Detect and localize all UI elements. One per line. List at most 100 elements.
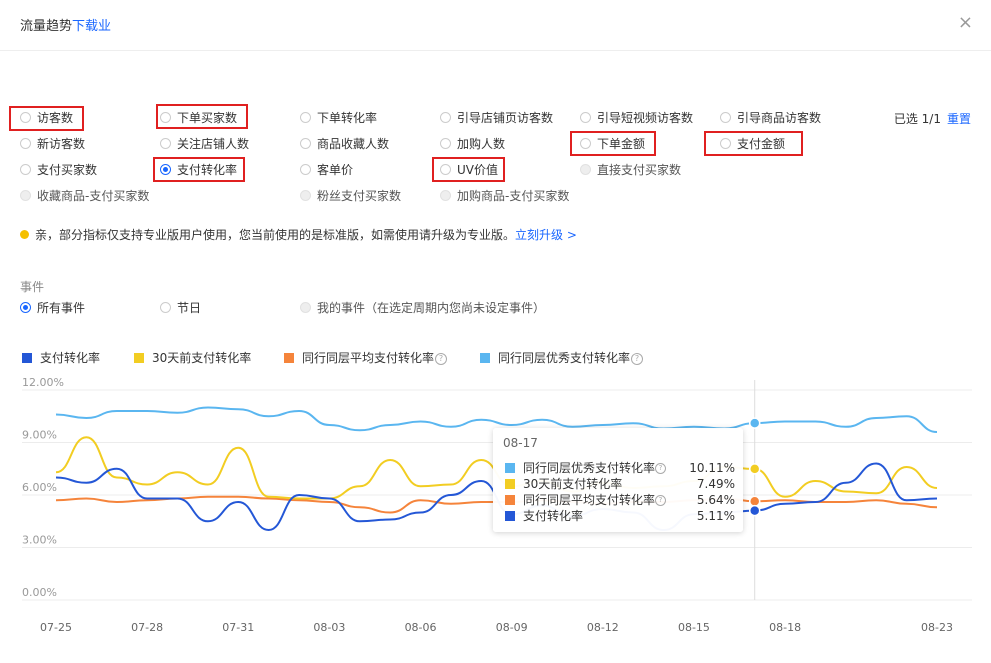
tooltip-date: 08-17 — [503, 436, 538, 450]
legend-item[interactable]: 支付转化率 — [22, 349, 100, 366]
help-icon[interactable]: ? — [435, 352, 448, 365]
x-tick-label: 08-15 — [678, 621, 710, 634]
x-tick-label: 08-12 — [587, 621, 619, 634]
dialog-title: 流量趋势下载业 — [20, 15, 111, 34]
x-tick-label: 08-09 — [496, 621, 528, 634]
y-tick-label: 6.00% — [22, 481, 57, 494]
reset-button[interactable]: 重置 — [947, 110, 971, 127]
tooltip-series-name: 同行同层优秀支付转化率 — [523, 461, 656, 475]
radio-icon — [20, 190, 31, 201]
tooltip-swatch — [505, 494, 515, 505]
radio-icon — [440, 190, 451, 201]
x-tick-label: 08-03 — [313, 621, 345, 634]
x-tick-label: 08-23 — [921, 621, 953, 634]
data-point-marker — [748, 504, 761, 517]
radio-icon — [300, 190, 311, 201]
y-tick-label: 3.00% — [22, 534, 57, 547]
radio-icon — [580, 164, 591, 175]
x-tick-label: 07-28 — [131, 621, 163, 634]
metric-label: 支付买家数 — [37, 163, 98, 177]
radio-icon — [440, 112, 451, 123]
tooltip-value: 7.49% — [696, 477, 735, 491]
highlight-box — [156, 104, 248, 129]
legend-item[interactable]: 同行同层平均支付转化率? — [284, 349, 448, 366]
metric-option: 收藏商品-支付买家数 — [20, 186, 149, 206]
close-icon[interactable]: × — [958, 12, 973, 33]
legend-label: 同行同层平均支付转化率 — [302, 351, 435, 365]
y-tick-label: 12.00% — [22, 376, 64, 389]
tooltip-swatch — [505, 510, 515, 521]
metric-label: 收藏商品-支付买家数 — [37, 189, 150, 203]
highlight-box — [570, 131, 656, 156]
radio-icon — [160, 302, 171, 313]
radio-icon — [300, 112, 311, 123]
title-text: 流量趋势 — [20, 19, 73, 34]
event-option[interactable]: 节日 — [160, 298, 201, 318]
radio-icon — [300, 164, 311, 175]
metric-option[interactable]: 关注店铺人数 — [160, 134, 249, 154]
metric-option: 加购商品-支付买家数 — [440, 186, 569, 206]
highlight-box — [153, 157, 245, 182]
event-label: 我的事件（在选定周期内您尚未设定事件） — [317, 301, 546, 315]
help-icon[interactable]: ? — [655, 463, 667, 474]
tooltip-row: 同行同层平均支付转化率? 5.64% — [505, 492, 735, 508]
y-tick-label: 0.00% — [22, 586, 57, 599]
event-option: 我的事件（在选定周期内您尚未设定事件） — [300, 298, 545, 318]
metric-option[interactable]: 引导短视频访客数 — [580, 108, 693, 128]
event-label: 所有事件 — [37, 301, 86, 315]
notice-text: 亲，部分指标仅支持专业版用户使用，您当前使用的是标准版，如需使用请升级为专业版。 — [35, 228, 516, 242]
metric-option[interactable]: 支付买家数 — [20, 160, 97, 180]
highlight-box — [432, 157, 505, 182]
upgrade-link[interactable]: 立刻升级 > — [515, 228, 577, 242]
legend-swatch — [22, 352, 32, 363]
tooltip-series-name: 同行同层平均支付转化率 — [523, 493, 656, 507]
event-label: 节日 — [177, 301, 202, 315]
x-tick-label: 08-06 — [405, 621, 437, 634]
tooltip-value: 5.11% — [696, 509, 735, 523]
legend-label: 同行同层优秀支付转化率 — [498, 351, 631, 365]
legend-swatch — [134, 352, 144, 363]
warning-dot-icon — [20, 230, 29, 239]
metric-label: 商品收藏人数 — [317, 137, 390, 151]
metric-option: 直接支付买家数 — [580, 160, 681, 180]
legend-item[interactable]: 同行同层优秀支付转化率? — [480, 349, 644, 366]
radio-icon — [20, 164, 31, 175]
metric-label: 加购商品-支付买家数 — [457, 189, 570, 203]
data-point-marker — [748, 417, 761, 429]
metric-option[interactable]: 下单转化率 — [300, 108, 377, 128]
tooltip-value: 10.11% — [689, 461, 735, 475]
x-tick-label: 08-18 — [769, 621, 801, 634]
metric-option[interactable]: 引导商品访客数 — [720, 108, 821, 128]
highlight-box — [704, 131, 803, 156]
y-tick-label: 9.00% — [22, 429, 57, 442]
legend-swatch — [480, 352, 490, 363]
event-option[interactable]: 所有事件 — [20, 298, 85, 318]
help-icon[interactable]: ? — [631, 352, 644, 365]
tooltip-row: 同行同层优秀支付转化率? 10.11% — [505, 460, 735, 476]
data-point-marker — [748, 463, 761, 475]
metric-label: 下单转化率 — [317, 111, 378, 125]
metric-option[interactable]: 新访客数 — [20, 134, 85, 154]
events-label: 事件 — [20, 280, 45, 294]
metric-label: 加购人数 — [457, 137, 506, 151]
legend-item[interactable]: 30天前支付转化率 — [134, 349, 251, 366]
metric-option[interactable]: 加购人数 — [440, 134, 505, 154]
title-link[interactable]: 下载业 — [72, 19, 111, 34]
metric-option[interactable]: 商品收藏人数 — [300, 134, 389, 154]
tooltip-swatch — [505, 462, 515, 473]
tooltip-value: 5.64% — [696, 493, 735, 507]
radio-icon — [580, 112, 591, 123]
radio-icon — [300, 302, 311, 313]
chart-tooltip: 08-17 同行同层优秀支付转化率? 10.11% 30天前支付转化率 7.49% 同行… — [493, 428, 743, 532]
radio-icon — [20, 302, 31, 313]
metric-option[interactable]: 引导店铺页访客数 — [440, 108, 553, 128]
radio-icon — [300, 138, 311, 149]
metric-label: 粉丝支付买家数 — [317, 189, 402, 203]
metric-option[interactable]: 客单价 — [300, 160, 353, 180]
legend-swatch — [284, 352, 294, 363]
metric-label: 引导商品访客数 — [737, 111, 822, 125]
legend-label: 支付转化率 — [40, 351, 101, 365]
metric-option: 粉丝支付买家数 — [300, 186, 401, 206]
metric-label: 关注店铺人数 — [177, 137, 250, 151]
help-icon[interactable]: ? — [655, 495, 667, 506]
